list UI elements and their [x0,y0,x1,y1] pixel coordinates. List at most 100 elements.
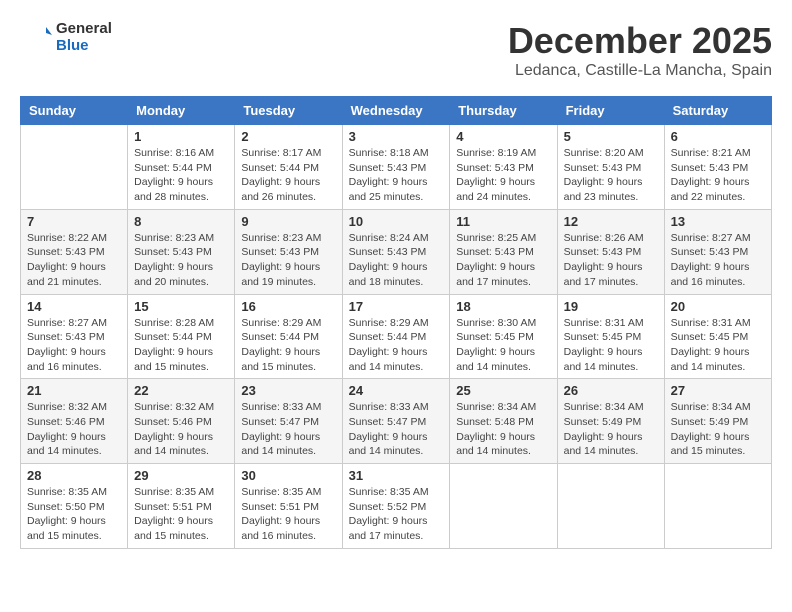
daylight: Daylight: 9 hours and 14 minutes. [456,430,550,459]
sunset: Sunset: 5:45 PM [564,330,658,345]
day-info: Sunrise: 8:33 AM Sunset: 5:47 PM Dayligh… [349,400,444,459]
day-number: 21 [27,383,121,398]
sunset: Sunset: 5:43 PM [241,245,335,260]
daylight: Daylight: 9 hours and 28 minutes. [134,175,228,204]
day-number: 11 [456,214,550,229]
sunrise: Sunrise: 8:17 AM [241,146,335,161]
daylight: Daylight: 9 hours and 26 minutes. [241,175,335,204]
header-wednesday: Wednesday [342,97,450,125]
week-row-4: 21 Sunrise: 8:32 AM Sunset: 5:46 PM Dayl… [21,379,772,464]
day-info: Sunrise: 8:33 AM Sunset: 5:47 PM Dayligh… [241,400,335,459]
daylight: Daylight: 9 hours and 14 minutes. [134,430,228,459]
sunset: Sunset: 5:43 PM [671,245,765,260]
week-row-2: 7 Sunrise: 8:22 AM Sunset: 5:43 PM Dayli… [21,209,772,294]
day-number: 4 [456,129,550,144]
daylight: Daylight: 9 hours and 14 minutes. [564,430,658,459]
day-info: Sunrise: 8:34 AM Sunset: 5:48 PM Dayligh… [456,400,550,459]
calendar-cell: 3 Sunrise: 8:18 AM Sunset: 5:43 PM Dayli… [342,125,450,210]
calendar-cell: 6 Sunrise: 8:21 AM Sunset: 5:43 PM Dayli… [664,125,771,210]
sunrise: Sunrise: 8:23 AM [134,231,228,246]
sunrise: Sunrise: 8:25 AM [456,231,550,246]
calendar-cell: 12 Sunrise: 8:26 AM Sunset: 5:43 PM Dayl… [557,209,664,294]
sunrise: Sunrise: 8:26 AM [564,231,658,246]
day-number: 1 [134,129,228,144]
sunset: Sunset: 5:46 PM [27,415,121,430]
sunrise: Sunrise: 8:21 AM [671,146,765,161]
week-row-1: 1 Sunrise: 8:16 AM Sunset: 5:44 PM Dayli… [21,125,772,210]
day-info: Sunrise: 8:26 AM Sunset: 5:43 PM Dayligh… [564,231,658,290]
calendar-header-row: SundayMondayTuesdayWednesdayThursdayFrid… [21,97,772,125]
sunset: Sunset: 5:45 PM [456,330,550,345]
daylight: Daylight: 9 hours and 14 minutes. [671,345,765,374]
sunset: Sunset: 5:47 PM [241,415,335,430]
week-row-3: 14 Sunrise: 8:27 AM Sunset: 5:43 PM Dayl… [21,294,772,379]
day-info: Sunrise: 8:35 AM Sunset: 5:51 PM Dayligh… [241,485,335,544]
daylight: Daylight: 9 hours and 18 minutes. [349,260,444,289]
sunset: Sunset: 5:43 PM [456,161,550,176]
daylight: Daylight: 9 hours and 14 minutes. [241,430,335,459]
header-sunday: Sunday [21,97,128,125]
calendar-cell: 30 Sunrise: 8:35 AM Sunset: 5:51 PM Dayl… [235,464,342,549]
day-info: Sunrise: 8:29 AM Sunset: 5:44 PM Dayligh… [349,316,444,375]
header-thursday: Thursday [450,97,557,125]
day-info: Sunrise: 8:34 AM Sunset: 5:49 PM Dayligh… [671,400,765,459]
day-info: Sunrise: 8:35 AM Sunset: 5:52 PM Dayligh… [349,485,444,544]
day-info: Sunrise: 8:22 AM Sunset: 5:43 PM Dayligh… [27,231,121,290]
logo-icon [20,21,52,53]
sunset: Sunset: 5:51 PM [241,500,335,515]
day-info: Sunrise: 8:25 AM Sunset: 5:43 PM Dayligh… [456,231,550,290]
sunrise: Sunrise: 8:32 AM [27,400,121,415]
calendar-cell [21,125,128,210]
day-number: 16 [241,299,335,314]
sunset: Sunset: 5:49 PM [671,415,765,430]
calendar-cell: 25 Sunrise: 8:34 AM Sunset: 5:48 PM Dayl… [450,379,557,464]
logo-general: General [56,20,112,37]
calendar-cell: 22 Sunrise: 8:32 AM Sunset: 5:46 PM Dayl… [128,379,235,464]
day-number: 14 [27,299,121,314]
calendar-cell: 28 Sunrise: 8:35 AM Sunset: 5:50 PM Dayl… [21,464,128,549]
calendar-cell: 13 Sunrise: 8:27 AM Sunset: 5:43 PM Dayl… [664,209,771,294]
calendar-cell: 17 Sunrise: 8:29 AM Sunset: 5:44 PM Dayl… [342,294,450,379]
sunrise: Sunrise: 8:34 AM [456,400,550,415]
day-number: 6 [671,129,765,144]
title-section: December 2025 Ledanca, Castille-La Manch… [508,20,772,80]
daylight: Daylight: 9 hours and 14 minutes. [456,345,550,374]
day-number: 31 [349,468,444,483]
sunrise: Sunrise: 8:19 AM [456,146,550,161]
logo: General Blue [20,20,112,55]
sunrise: Sunrise: 8:27 AM [671,231,765,246]
sunrise: Sunrise: 8:34 AM [671,400,765,415]
day-info: Sunrise: 8:18 AM Sunset: 5:43 PM Dayligh… [349,146,444,205]
calendar-cell: 9 Sunrise: 8:23 AM Sunset: 5:43 PM Dayli… [235,209,342,294]
day-info: Sunrise: 8:24 AM Sunset: 5:43 PM Dayligh… [349,231,444,290]
sunset: Sunset: 5:43 PM [671,161,765,176]
sunrise: Sunrise: 8:18 AM [349,146,444,161]
day-number: 27 [671,383,765,398]
sunrise: Sunrise: 8:33 AM [241,400,335,415]
calendar-cell: 21 Sunrise: 8:32 AM Sunset: 5:46 PM Dayl… [21,379,128,464]
calendar-cell: 24 Sunrise: 8:33 AM Sunset: 5:47 PM Dayl… [342,379,450,464]
day-number: 23 [241,383,335,398]
sunrise: Sunrise: 8:31 AM [671,316,765,331]
calendar-cell: 27 Sunrise: 8:34 AM Sunset: 5:49 PM Dayl… [664,379,771,464]
daylight: Daylight: 9 hours and 23 minutes. [564,175,658,204]
day-number: 30 [241,468,335,483]
sunset: Sunset: 5:45 PM [671,330,765,345]
day-number: 3 [349,129,444,144]
sunset: Sunset: 5:44 PM [241,330,335,345]
daylight: Daylight: 9 hours and 25 minutes. [349,175,444,204]
sunrise: Sunrise: 8:31 AM [564,316,658,331]
month-title: December 2025 [508,20,772,62]
sunset: Sunset: 5:43 PM [564,245,658,260]
sunrise: Sunrise: 8:20 AM [564,146,658,161]
logo-blue: Blue [56,37,112,54]
sunrise: Sunrise: 8:34 AM [564,400,658,415]
sunrise: Sunrise: 8:35 AM [349,485,444,500]
day-number: 8 [134,214,228,229]
day-info: Sunrise: 8:23 AM Sunset: 5:43 PM Dayligh… [134,231,228,290]
header-friday: Friday [557,97,664,125]
day-number: 10 [349,214,444,229]
day-number: 26 [564,383,658,398]
day-info: Sunrise: 8:28 AM Sunset: 5:44 PM Dayligh… [134,316,228,375]
calendar-cell: 19 Sunrise: 8:31 AM Sunset: 5:45 PM Dayl… [557,294,664,379]
